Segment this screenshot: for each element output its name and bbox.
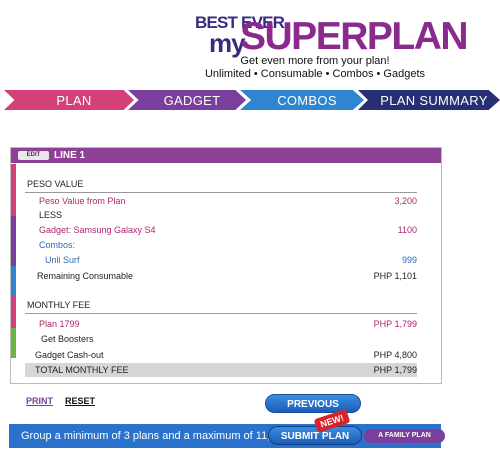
family-plan-banner: Group a minimum of 3 plans and a maximum…: [9, 424, 445, 448]
reset-link[interactable]: RESET: [65, 396, 95, 406]
remaining-consumable-value: PHP 1,101: [373, 271, 417, 281]
color-bar-boosters: [11, 328, 16, 358]
peso-from-plan-label: Peso Value from Plan: [39, 196, 126, 206]
step-plan-summary[interactable]: PLAN SUMMARY: [358, 90, 500, 110]
color-bar-combos: [11, 266, 16, 296]
step-gadget[interactable]: GADGET: [128, 90, 246, 110]
step-plan[interactable]: PLAN: [4, 90, 134, 110]
edit-button[interactable]: EDIT: [18, 151, 49, 160]
tagline: Get even more from your plan!: [240, 55, 390, 67]
remaining-consumable-label: Remaining Consumable: [37, 271, 134, 281]
color-bar-gadget: [11, 216, 16, 266]
monthly-fee-header: MONTHLY FEE: [27, 300, 91, 310]
get-boosters-label: Get Boosters: [41, 334, 94, 344]
color-bar-fee: [11, 296, 16, 328]
gadget-value: 1100: [397, 225, 417, 235]
submit-plan-button[interactable]: SUBMIT PLAN: [268, 426, 362, 445]
tagline-features: Unlimited • Consumable • Combos • Gadget…: [204, 68, 426, 80]
divider: [25, 192, 417, 193]
card-header: EDIT LINE 1: [11, 148, 441, 163]
total-monthly-fee-label: TOTAL MONTHLY FEE: [35, 365, 129, 375]
combos-label: Combos:: [39, 240, 76, 250]
line-title: LINE 1: [54, 150, 86, 161]
step-navigation: PLAN GADGET COMBOS PLAN SUMMARY: [4, 90, 500, 110]
step-combos[interactable]: COMBOS: [240, 90, 364, 110]
banner-text: Group a minimum of 3 plans and a maximum…: [21, 430, 279, 442]
family-plan-button[interactable]: A FAMILY PLAN: [364, 429, 445, 443]
peso-from-plan-value: 3,200: [394, 196, 417, 206]
divider: [25, 313, 417, 314]
combo-item-value: 999: [401, 255, 417, 265]
gadget-cashout-label: Gadget Cash-out: [35, 350, 104, 360]
plan-label: Plan 1799: [39, 319, 80, 329]
line-summary-card: EDIT LINE 1 PESO VALUE Peso Value from P…: [10, 147, 442, 384]
print-link[interactable]: PRINT: [26, 396, 53, 406]
logo-superplan: SUPERPLAN: [240, 15, 469, 58]
gadget-cashout-value: PHP 4,800: [373, 350, 417, 360]
peso-value-header: PESO VALUE: [27, 179, 84, 189]
color-bar-plan: [11, 164, 16, 216]
less-label: LESS: [39, 210, 63, 220]
combo-item-label: Unli Surf: [45, 255, 80, 265]
plan-value: PHP 1,799: [373, 319, 417, 329]
superplan-logo: BEST EVER my SUPERPLAN: [195, 14, 469, 56]
gadget-label: Gadget: Samsung Galaxy S4: [39, 225, 156, 235]
total-monthly-fee-value: PHP 1,799: [373, 365, 417, 375]
